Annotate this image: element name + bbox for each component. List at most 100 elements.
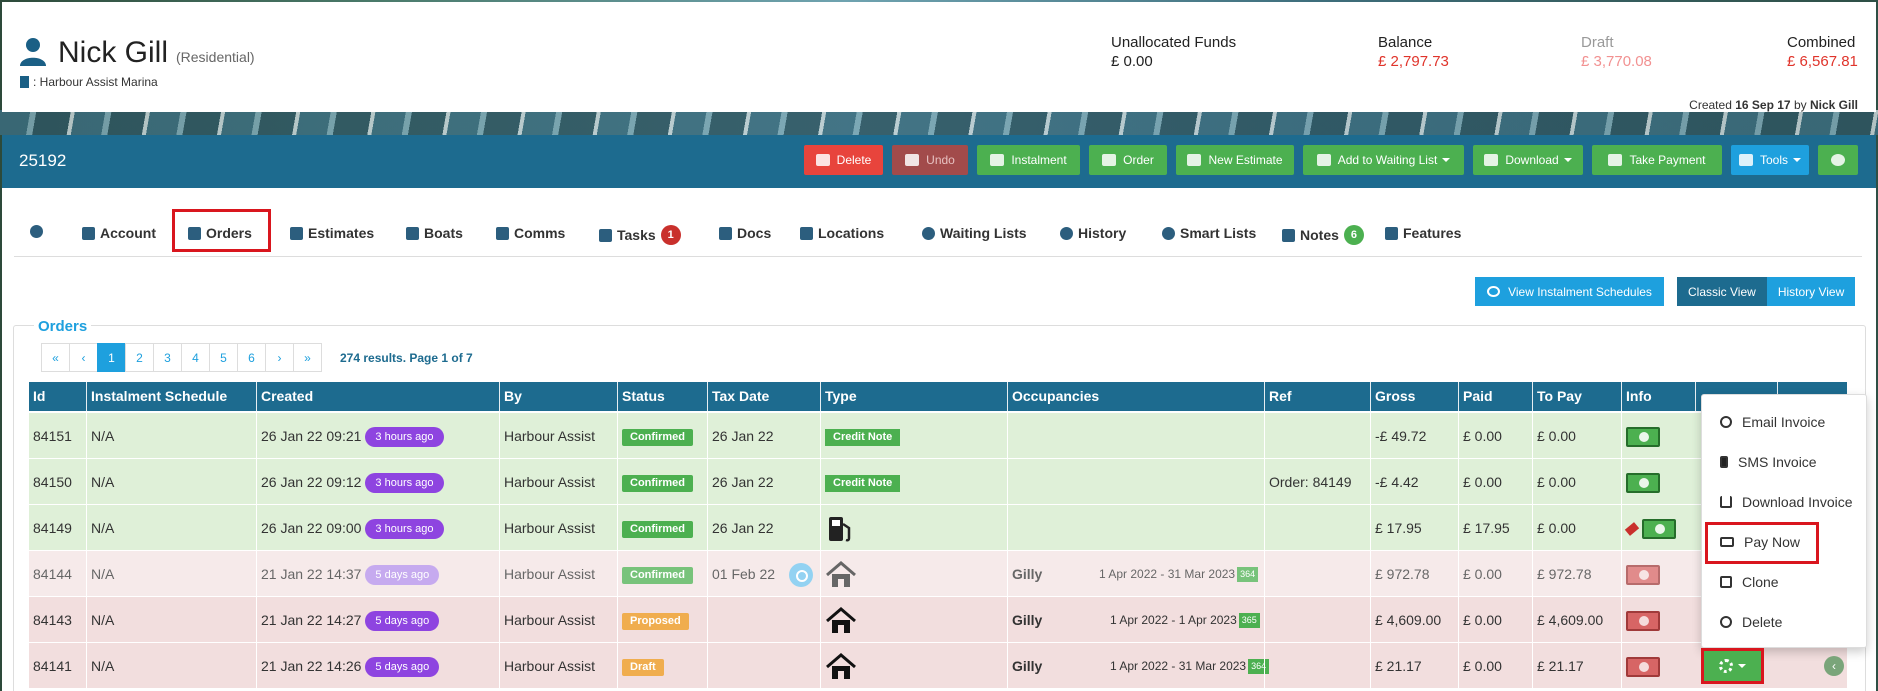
- tab-account[interactable]: Account: [82, 225, 156, 241]
- tab-locations[interactable]: Locations: [800, 225, 884, 241]
- money-icon[interactable]: [1626, 565, 1660, 586]
- customer-header: Nick Gill (Residential) : Harbour Assist…: [2, 2, 1876, 112]
- cell-info: [1621, 505, 1676, 551]
- table-row[interactable]: 84150 N/A 26 Jan 22 09:12 3 hours ago Har…: [29, 459, 1847, 505]
- cell-gross: £ 972.78: [1370, 551, 1430, 597]
- occupancy-boat[interactable]: Gilly: [1012, 612, 1042, 628]
- classic-view-button[interactable]: Classic View: [1677, 277, 1767, 306]
- delete-button[interactable]: Delete: [804, 145, 883, 175]
- page-2[interactable]: 2: [125, 343, 154, 372]
- page-3[interactable]: 3: [153, 343, 182, 372]
- instalment-button[interactable]: Instalment: [977, 145, 1080, 175]
- occupancy-boat[interactable]: Gilly: [1012, 658, 1042, 674]
- page-6[interactable]: 6: [237, 343, 266, 372]
- cell-paid: £ 0.00: [1458, 597, 1502, 643]
- menu-delete[interactable]: Delete: [1702, 605, 1868, 639]
- tab-smart-lists[interactable]: Smart Lists: [1162, 225, 1256, 241]
- page-next[interactable]: ›: [265, 343, 294, 372]
- col-ref[interactable]: Ref: [1264, 382, 1370, 411]
- cell-by: Harbour Assist: [499, 551, 595, 597]
- unallocated-value: £ 0.00: [1111, 53, 1153, 70]
- tab-notes[interactable]: Notes 6: [1282, 225, 1364, 245]
- col-gross[interactable]: Gross: [1370, 382, 1458, 411]
- cell-gross: £ 21.17: [1370, 643, 1422, 689]
- money-icon[interactable]: [1626, 473, 1660, 494]
- tab-tasks[interactable]: Tasks 1: [599, 225, 681, 245]
- col-instalment[interactable]: Instalment Schedule: [86, 382, 256, 411]
- age-badge: 5 days ago: [365, 565, 440, 586]
- instalment-label: Instalment: [1011, 153, 1067, 167]
- money-icon[interactable]: [1626, 657, 1660, 678]
- menu-clone[interactable]: Clone: [1702, 565, 1868, 599]
- tab-estimates[interactable]: Estimates: [290, 225, 374, 241]
- tab-boats[interactable]: Boats: [406, 225, 463, 241]
- settings-button[interactable]: [1818, 145, 1858, 175]
- delete-label: Delete: [836, 153, 872, 167]
- download-button[interactable]: Download: [1473, 145, 1583, 175]
- cell-id[interactable]: 84149: [29, 505, 72, 551]
- balance: Balance £ 2,797.73: [1378, 34, 1449, 70]
- background-photo-strip: [0, 110, 1878, 135]
- created-date: 21 Jan 22 14:37: [261, 566, 362, 582]
- page-4[interactable]: 4: [181, 343, 210, 372]
- page-5[interactable]: 5: [209, 343, 238, 372]
- cell-type: [820, 551, 857, 597]
- col-status[interactable]: Status: [617, 382, 707, 411]
- col-created[interactable]: Created: [256, 382, 499, 411]
- cell-id[interactable]: 84143: [29, 597, 72, 643]
- occupancy-boat[interactable]: Gilly: [1012, 566, 1042, 582]
- col-to-pay[interactable]: To Pay: [1532, 382, 1621, 411]
- view-instalment-schedules-button[interactable]: View Instalment Schedules: [1475, 277, 1664, 306]
- menu-email-invoice[interactable]: Email Invoice: [1702, 405, 1868, 439]
- cell-id[interactable]: 84150: [29, 459, 72, 505]
- undo-button[interactable]: Undo: [892, 145, 968, 175]
- col-paid[interactable]: Paid: [1458, 382, 1532, 411]
- tab-comms[interactable]: Comms: [496, 225, 565, 241]
- menu-download-invoice[interactable]: Download Invoice: [1702, 485, 1868, 519]
- new-estimate-button[interactable]: New Estimate: [1176, 145, 1294, 175]
- page-last[interactable]: »: [293, 343, 322, 372]
- pencil-icon[interactable]: [1624, 522, 1640, 537]
- money-icon[interactable]: [1626, 427, 1660, 448]
- tab-history[interactable]: History: [1060, 225, 1126, 241]
- col-by[interactable]: By: [499, 382, 617, 411]
- cell-occupancies: Gilly 1 Apr 2022 - 1 Apr 2023 365: [1007, 597, 1264, 643]
- page-1[interactable]: 1: [97, 343, 126, 372]
- table-row[interactable]: 84143 N/A 21 Jan 22 14:27 5 days ago Harb…: [29, 597, 1847, 643]
- tab-dashboard[interactable]: [30, 225, 48, 238]
- menu-sms-invoice[interactable]: SMS Invoice: [1702, 445, 1868, 479]
- col-occupancies[interactable]: Occupancies: [1007, 382, 1264, 411]
- row-actions-button[interactable]: [1701, 648, 1764, 684]
- col-id[interactable]: Id: [29, 382, 86, 411]
- cell-id[interactable]: 84144: [29, 551, 72, 597]
- page-first[interactable]: «: [41, 343, 70, 372]
- take-payment-button[interactable]: Take Payment: [1592, 145, 1722, 175]
- sync-icon[interactable]: [789, 563, 814, 588]
- marina-label: : Harbour Assist Marina: [20, 75, 158, 89]
- collapse-icon[interactable]: ‹: [1824, 656, 1844, 676]
- draft: Draft £ 3,770.08: [1581, 34, 1652, 70]
- table-row[interactable]: 84141 N/A 21 Jan 22 14:26 5 days ago Harb…: [29, 643, 1847, 689]
- cell-id[interactable]: 84151: [29, 413, 72, 459]
- cell-ref[interactable]: Order: 84149: [1264, 459, 1352, 505]
- col-info[interactable]: Info: [1621, 382, 1695, 411]
- history-view-button[interactable]: History View: [1766, 277, 1856, 306]
- page-prev[interactable]: ‹: [69, 343, 98, 372]
- tools-button[interactable]: Tools: [1731, 145, 1809, 175]
- tab-docs[interactable]: Docs: [719, 225, 771, 241]
- clone-label: Clone: [1742, 574, 1779, 590]
- table-row[interactable]: 84151 N/A 26 Jan 22 09:21 3 hours ago Har…: [29, 413, 1847, 459]
- add-waiting-list-button[interactable]: Add to Waiting List: [1303, 145, 1464, 175]
- table-row[interactable]: 84149 N/A 26 Jan 22 09:00 3 hours ago Har…: [29, 505, 1847, 551]
- cell-id[interactable]: 84141: [29, 643, 72, 689]
- money-icon[interactable]: [1626, 611, 1660, 632]
- order-button[interactable]: Order: [1089, 145, 1167, 175]
- money-icon[interactable]: [1642, 519, 1676, 540]
- cell-occupancies: [1007, 459, 1264, 505]
- tab-waiting-lists[interactable]: Waiting Lists: [922, 225, 1027, 241]
- tab-features-label: Features: [1403, 225, 1462, 241]
- col-tax-date[interactable]: Tax Date: [707, 382, 820, 411]
- tab-features[interactable]: Features: [1385, 225, 1461, 241]
- col-type[interactable]: Type: [820, 382, 1007, 411]
- table-row[interactable]: 84144 N/A 21 Jan 22 14:37 5 days ago Harb…: [29, 551, 1847, 597]
